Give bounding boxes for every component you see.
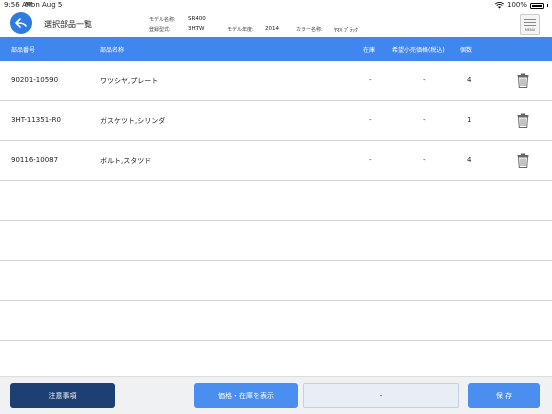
- part-number: 90116-10087: [11, 156, 59, 164]
- column-part-name: 部品名称: [100, 47, 125, 54]
- wifi-icon: [494, 2, 504, 9]
- year-label: モデル年度:: [227, 27, 254, 33]
- save-button[interactable]: 保 存: [468, 383, 540, 408]
- empty-row: [0, 301, 552, 341]
- type-label: 登録型式:: [149, 27, 171, 33]
- menu-icon-bar: [524, 19, 536, 20]
- stock-value: -: [369, 156, 372, 164]
- trash-icon[interactable]: [517, 153, 529, 168]
- back-arrow-icon: [15, 18, 27, 28]
- back-button[interactable]: [10, 12, 32, 34]
- year-value: 2014: [265, 26, 279, 32]
- part-name: ガスケツト,シリンダ: [100, 117, 166, 125]
- price-value: -: [423, 116, 426, 124]
- empty-row: [0, 181, 552, 221]
- type-value: 3HTW: [188, 26, 205, 32]
- color-value: ﾔﾏﾊ ﾌﾞﾗｯｸ: [334, 28, 358, 34]
- menu-icon-bar: [524, 25, 536, 26]
- quantity-value[interactable]: 4: [467, 156, 471, 164]
- stock-value: -: [369, 116, 372, 124]
- model-name-value: SR400: [188, 16, 206, 22]
- battery-tip: [547, 4, 548, 7]
- table-row: 90116-10087 ボルト,スタツド - - 4: [0, 141, 552, 181]
- part-name: ワツシヤ,プレート: [100, 77, 159, 85]
- show-price-stock-button[interactable]: 価格・在庫を表示: [194, 383, 298, 408]
- battery-percent: 100%: [506, 1, 527, 9]
- footer-toolbar: 注意事項 価格・在庫を表示 - 保 存: [0, 376, 552, 414]
- menu-label: MENU: [524, 28, 536, 32]
- column-price: 希望小売価格(税込): [392, 47, 445, 54]
- status-date: Mon Aug 5: [25, 1, 63, 9]
- empty-row: [0, 341, 552, 381]
- column-quantity: 個数: [460, 47, 473, 54]
- status-right: 100%: [494, 0, 548, 11]
- model-name-label: モデル名称:: [149, 17, 176, 23]
- notice-button[interactable]: 注意事項: [10, 383, 115, 408]
- battery-icon: [530, 2, 544, 9]
- part-number: 3HT-11351-R0: [11, 116, 61, 124]
- table-row: 90201-10590 ワツシヤ,プレート - - 4: [0, 61, 552, 101]
- part-number: 90201-10590: [11, 76, 59, 84]
- status-bar: 9:56 AM Mon Aug 5 100%: [0, 0, 552, 11]
- color-label: カラー名称:: [296, 27, 323, 33]
- empty-row: [0, 261, 552, 301]
- page-title: 選択部品一覧: [44, 20, 92, 29]
- table-row: 3HT-11351-R0 ガスケツト,シリンダ - - 1: [0, 101, 552, 141]
- stock-value: -: [369, 76, 372, 84]
- quantity-value[interactable]: 1: [467, 116, 471, 124]
- parts-list: 90201-10590 ワツシヤ,プレート - - 4 3HT-11351-R0…: [0, 61, 552, 381]
- column-stock: 在庫: [363, 47, 376, 54]
- price-value: -: [423, 156, 426, 164]
- empty-row: [0, 221, 552, 261]
- price-value: -: [423, 76, 426, 84]
- menu-button[interactable]: MENU: [520, 14, 540, 35]
- menu-icon-bar: [524, 22, 536, 23]
- table-header: 部品番号 部品名称 在庫 希望小売価格(税込) 個数: [0, 37, 552, 61]
- trash-icon[interactable]: [517, 73, 529, 88]
- header: 選択部品一覧 モデル名称: SR400 登録型式: 3HTW モデル年度: 20…: [0, 11, 552, 37]
- column-part-number: 部品番号: [11, 47, 36, 54]
- part-name: ボルト,スタツド: [100, 157, 152, 165]
- quantity-value[interactable]: 4: [467, 76, 471, 84]
- trash-icon[interactable]: [517, 113, 529, 128]
- total-display-field: -: [303, 383, 459, 408]
